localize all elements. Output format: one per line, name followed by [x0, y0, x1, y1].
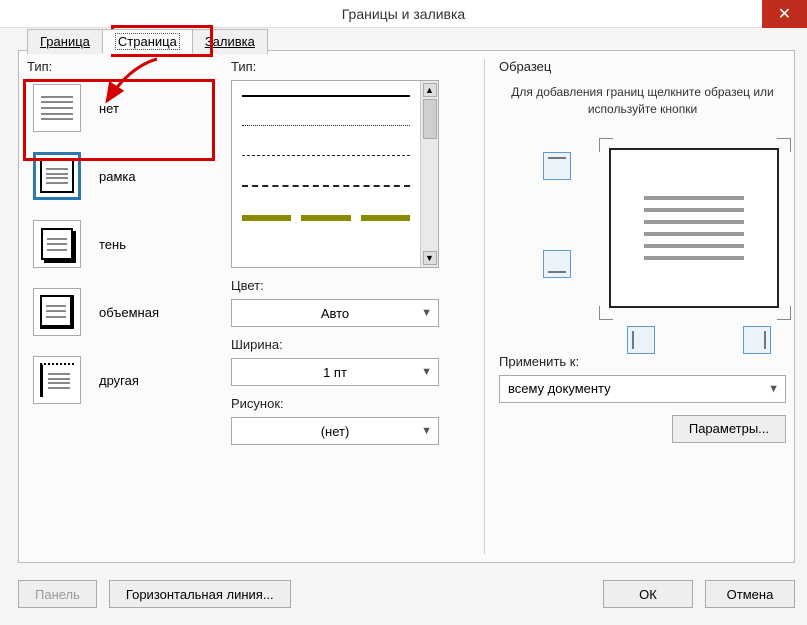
corner-marker [777, 306, 791, 320]
setting-shadow-icon [33, 220, 81, 268]
setting-label: Тип: [27, 59, 207, 74]
art-combo[interactable]: (нет) ▼ [231, 417, 439, 445]
scroll-down-icon[interactable]: ▼ [423, 251, 437, 265]
width-label: Ширина: [231, 337, 469, 352]
setting-column: Тип: нет рамка [27, 59, 207, 554]
setting-none-label: нет [99, 101, 119, 116]
preview-hint: Для добавления границ щелкните образец и… [505, 84, 780, 118]
width-value: 1 пт [323, 365, 347, 380]
style-listbox[interactable]: ▲ ▼ [231, 80, 439, 268]
apply-combo[interactable]: всему документу ▼ [499, 375, 786, 403]
bottom-bar: Панель Горизонтальная линия... ОК Отмена [18, 577, 795, 611]
chevron-down-icon: ▼ [421, 307, 432, 319]
style-thick[interactable] [242, 215, 410, 221]
setting-box-label: рамка [99, 169, 136, 184]
width-combo[interactable]: 1 пт ▼ [231, 358, 439, 386]
color-label: Цвет: [231, 278, 469, 293]
style-dotted[interactable] [242, 125, 410, 127]
art-value: (нет) [321, 424, 350, 439]
style-column: Тип: ▲ ▼ Цвет: Авто ▼ [231, 59, 469, 554]
setting-custom-icon [33, 356, 81, 404]
setting-custom-label: другая [99, 373, 139, 388]
setting-shadow-label: тень [99, 237, 126, 252]
tab-fill[interactable]: Заливка [192, 29, 268, 54]
dialog-title: Границы и заливка [342, 6, 465, 22]
dialog-body: Граница Страница Заливка Тип: нет рамка [0, 28, 807, 625]
color-combo[interactable]: Авто ▼ [231, 299, 439, 327]
setting-3d[interactable]: объемная [27, 284, 207, 340]
scroll-thumb[interactable] [423, 99, 437, 139]
title-bar: Границы и заливка ✕ [0, 0, 807, 28]
style-dash-small[interactable] [242, 155, 410, 157]
chevron-down-icon: ▼ [421, 425, 432, 437]
close-button[interactable]: ✕ [762, 0, 807, 28]
style-scrollbar[interactable]: ▲ ▼ [420, 81, 438, 267]
preview-area [499, 138, 786, 348]
style-list [232, 81, 420, 235]
setting-3d-label: объемная [99, 305, 159, 320]
setting-box-icon [33, 152, 81, 200]
edge-left-button[interactable] [627, 326, 655, 354]
hline-button[interactable]: Горизонтальная линия... [109, 580, 291, 608]
setting-3d-icon [33, 288, 81, 336]
edge-right-button[interactable] [743, 326, 771, 354]
tab-strip: Граница Страница Заливка [27, 29, 267, 54]
preview-column: Образец Для добавления границ щелкните о… [484, 59, 786, 554]
preview-text-icon [644, 188, 744, 268]
setting-none[interactable]: нет [27, 80, 207, 136]
apply-label: Применить к: [499, 354, 786, 369]
style-dash-large[interactable] [242, 185, 410, 187]
corner-marker [777, 138, 791, 152]
preview-label: Образец [499, 59, 786, 74]
style-label: Тип: [231, 59, 469, 74]
toolbar-button: Панель [18, 580, 97, 608]
scroll-up-icon[interactable]: ▲ [423, 83, 437, 97]
edge-bottom-button[interactable] [543, 250, 571, 278]
chevron-down-icon: ▼ [421, 366, 432, 378]
ok-button[interactable]: ОК [603, 580, 693, 608]
setting-shadow[interactable]: тень [27, 216, 207, 272]
apply-value: всему документу [508, 381, 611, 396]
dialog-panel: Граница Страница Заливка Тип: нет рамка [18, 50, 795, 563]
cancel-button[interactable]: Отмена [705, 580, 795, 608]
tab-border[interactable]: Граница [27, 29, 103, 54]
setting-list: нет рамка тень [27, 80, 207, 408]
setting-box[interactable]: рамка [27, 148, 207, 204]
style-solid[interactable] [242, 95, 410, 97]
color-value: Авто [321, 306, 349, 321]
setting-none-icon [33, 84, 81, 132]
edge-top-button[interactable] [543, 152, 571, 180]
corner-marker [599, 306, 613, 320]
tab-page[interactable]: Страница [102, 29, 193, 54]
preview-page[interactable] [609, 148, 779, 308]
options-button[interactable]: Параметры... [672, 415, 786, 443]
setting-custom[interactable]: другая [27, 352, 207, 408]
chevron-down-icon: ▼ [768, 383, 779, 395]
art-label: Рисунок: [231, 396, 469, 411]
